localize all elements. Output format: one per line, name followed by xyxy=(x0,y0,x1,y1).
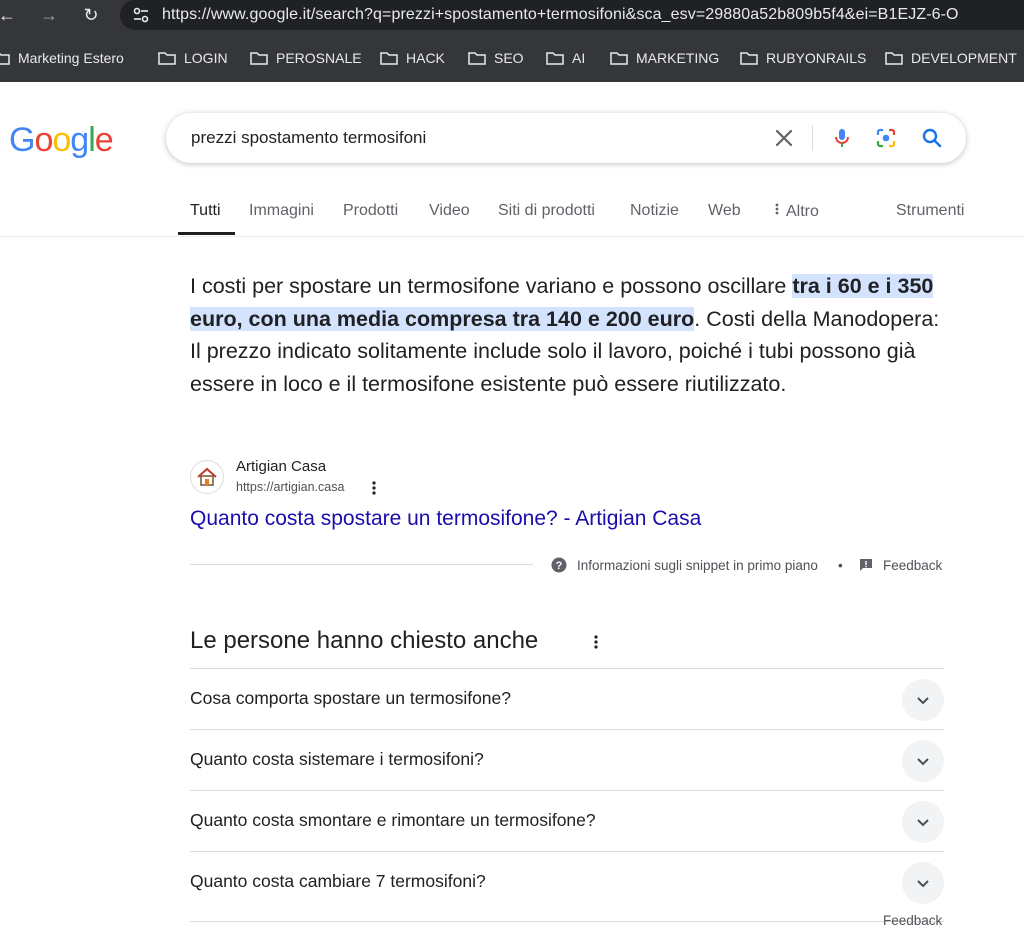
search-input[interactable]: prezzi spostamento termosifoni xyxy=(191,128,426,148)
expand-button[interactable] xyxy=(902,679,944,721)
snippet-feedback[interactable]: Feedback xyxy=(859,556,942,574)
tab-strumenti[interactable]: Strumenti xyxy=(896,202,964,220)
bookmark-seo[interactable]: SEO xyxy=(468,48,524,68)
paa-feedback-link[interactable]: Feedback xyxy=(883,913,942,928)
site-settings-icon[interactable] xyxy=(132,6,150,24)
chevron-down-icon xyxy=(917,819,929,827)
feedback-icon xyxy=(860,559,872,571)
tab-notizie[interactable]: Notizie xyxy=(630,202,679,220)
paa-question-1[interactable]: Cosa comporta spostare un termosifone? xyxy=(190,668,944,730)
paa-question-2[interactable]: Quanto costa sistemare i termosifoni? xyxy=(190,729,944,791)
folder-icon xyxy=(468,52,486,65)
bookmark-perosnale[interactable]: PEROSNALE xyxy=(250,48,362,68)
folder-icon xyxy=(158,52,176,65)
expand-button[interactable] xyxy=(902,740,944,782)
tab-web[interactable]: Web xyxy=(708,202,741,220)
search-box[interactable]: prezzi spostamento termosifoni xyxy=(166,113,966,163)
paa-bottom-divider xyxy=(190,921,944,922)
source-more-icon[interactable] xyxy=(366,479,382,497)
folder-icon xyxy=(380,52,398,65)
paa-title: Le persone hanno chiesto anche xyxy=(190,627,539,654)
folder-icon xyxy=(885,52,903,65)
chevron-down-icon xyxy=(917,880,929,888)
search-tabs: Tutti Immagini Prodotti Video Siti di pr… xyxy=(0,196,1024,237)
more-vert-icon xyxy=(775,203,779,215)
tab-immagini[interactable]: Immagini xyxy=(249,202,314,220)
bookmark-marketing[interactable]: MARKETING xyxy=(610,48,719,68)
bookmark-rubyonrails[interactable]: RUBYONRAILS xyxy=(740,48,866,68)
tab-siti-di-prodotti[interactable]: Siti di prodotti xyxy=(498,202,595,220)
back-arrow-icon[interactable]: ← xyxy=(0,4,18,26)
folder-icon xyxy=(740,52,758,65)
google-logo[interactable]: Google xyxy=(9,121,114,160)
bookmark-development[interactable]: DEVELOPMENT xyxy=(885,48,1017,68)
separator-dot: • xyxy=(838,557,843,573)
snippet-divider xyxy=(190,564,533,565)
microphone-icon[interactable] xyxy=(830,126,854,150)
bookmark-hack[interactable]: HACK xyxy=(380,48,445,68)
clear-icon[interactable] xyxy=(772,126,796,150)
active-tab-indicator xyxy=(178,232,235,235)
svg-text:?: ? xyxy=(556,560,563,572)
forward-arrow-icon[interactable]: → xyxy=(38,4,60,26)
paa-question-4[interactable]: Quanto costa cambiare 7 termosifoni? xyxy=(190,851,944,913)
tab-video[interactable]: Video xyxy=(429,202,470,220)
snippet-info-link[interactable]: ? Informazioni sugli snippet in primo pi… xyxy=(551,556,818,574)
search-icon[interactable] xyxy=(920,126,944,150)
help-icon: ? xyxy=(551,557,567,573)
lens-camera-icon[interactable] xyxy=(874,126,898,150)
tab-prodotti[interactable]: Prodotti xyxy=(343,202,398,220)
house-icon xyxy=(197,467,217,486)
bookmark-marketing-estero[interactable]: Marketing Estero xyxy=(0,48,124,68)
paa-more-icon[interactable] xyxy=(588,632,604,652)
folder-icon xyxy=(0,52,10,65)
address-bar[interactable]: https://www.google.it/search?q=prezzi+sp… xyxy=(120,0,1024,30)
folder-icon xyxy=(546,52,564,65)
bookmark-ai[interactable]: AI xyxy=(546,48,585,68)
reload-icon[interactable]: ↻ xyxy=(80,4,102,26)
result-title-link[interactable]: Quanto costa spostare un termosifone? - … xyxy=(190,507,701,531)
folder-icon xyxy=(250,52,268,65)
source-favicon[interactable] xyxy=(190,460,224,494)
bookmark-login[interactable]: LOGIN xyxy=(158,48,228,68)
folder-icon xyxy=(610,52,628,65)
expand-button[interactable] xyxy=(902,862,944,904)
tab-altro[interactable]: Altro xyxy=(774,202,819,221)
source-name[interactable]: Artigian Casa xyxy=(236,458,326,475)
paa-question-3[interactable]: Quanto costa smontare e rimontare un ter… xyxy=(190,790,944,852)
source-url[interactable]: https://artigian.casa xyxy=(236,480,344,494)
featured-snippet-text: I costi per spostare un termosifone vari… xyxy=(190,274,940,396)
browser-toolbar: ← → ↻ https://www.google.it/search?q=pre… xyxy=(0,0,1024,82)
bookmarks-bar: Marketing Estero LOGIN PEROSNALE HACK SE… xyxy=(0,44,1024,72)
expand-button[interactable] xyxy=(902,801,944,843)
address-url[interactable]: https://www.google.it/search?q=prezzi+sp… xyxy=(162,6,959,24)
search-divider xyxy=(812,125,813,151)
chevron-down-icon xyxy=(917,697,929,705)
chevron-down-icon xyxy=(917,758,929,766)
tab-tutti[interactable]: Tutti xyxy=(190,202,221,220)
